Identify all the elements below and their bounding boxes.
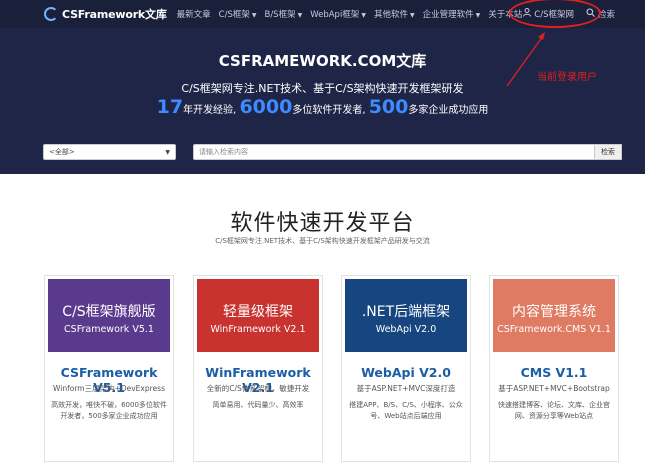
card-description: Winform三层架构+DevExpress [53,384,165,393]
brand-name: CSFramework文库 [62,8,167,21]
card-banner: 内容管理系统 CSFramework.CMS V1.1 [493,279,615,352]
card-banner: 轻量级框架 WinFramework V2.1 [197,279,319,352]
banner-subtitle: CSFramework V5.1 [64,324,154,335]
card-detail: 快速搭建博客、论坛、文库、企业官网、资源分享等Web站点 [498,401,610,420]
top-navbar: CSFramework文库 最新文章 C/S框架 ▼ B/S框架 ▼ WebApi框… [0,0,645,28]
banner-title: 内容管理系统 [512,304,596,320]
card-title[interactable]: CMS V1.1 [490,365,618,380]
section-title: 软件快速开发平台 [230,211,415,236]
search-button[interactable]: 检索 [595,144,622,160]
caret-down-icon: ▼ [475,12,481,19]
search-placeholder: 请输入检索内容 [199,148,248,156]
stat-years: 17 [156,96,184,118]
card-banner: C/S框架旗舰版 CSFramework V5.1 [48,279,170,352]
stat-years-label: 年开发经验, [183,105,237,116]
menu-item-other-software[interactable]: 其他软件 ▼ [374,8,415,20]
card-detail: 搭建APP、B/S、C/S、小程序、公众号、Web站点后端应用 [349,401,463,420]
menu-item-bs-framework[interactable]: B/S框架 ▼ [264,8,302,20]
main-menu: 最新文章 C/S框架 ▼ B/S框架 ▼ WebApi框架 ▼ 其他软件 ▼ 企业管理软… [177,8,531,20]
product-card-winframework[interactable]: 轻量级框架 WinFramework V2.1 WinFramework V2.… [193,275,323,462]
hero-stats: 17年开发经验, 6000多位软件开发者, 500多家企业成功应用 [0,96,645,118]
banner-subtitle: WebApi V2.0 [375,324,437,335]
caret-down-icon: ▼ [251,12,257,19]
menu-item-cs-framework[interactable]: C/S框架 ▼ [219,8,257,20]
annotation-label: 当前登录用户 [537,72,597,83]
category-select[interactable]: <全部> ▼ [43,144,176,160]
menu-item-enterprise[interactable]: 企业管理软件 ▼ [423,8,481,20]
product-card-webapi[interactable]: .NET后端框架 WebApi V2.0 WebApi V2.0 基于ASP.N… [341,275,471,462]
nav-right: C/S框架网 检索 [509,0,615,28]
card-detail: 简单易用、代码量少、高效率 [212,401,304,409]
search-input[interactable]: 请输入检索内容 [193,144,595,160]
banner-title: 轻量级框架 [223,304,293,320]
stat-companies: 500 [368,96,409,118]
chevron-down-icon: ▼ [165,148,170,156]
menu-item-latest[interactable]: 最新文章 [177,8,211,20]
card-description: 基于ASP.NET+MVC+Bootstrap [498,384,610,393]
banner-title: C/S框架旗舰版 [62,304,156,320]
product-card-csframework[interactable]: C/S框架旗舰版 CSFramework V5.1 CSFramework V5… [44,275,174,462]
caret-down-icon: ▼ [361,12,366,19]
category-select-value: <全部> [49,148,75,156]
card-banner: .NET后端框架 WebApi V2.0 [345,279,467,352]
logo-icon [44,7,58,21]
menu-item-webapi[interactable]: WebApi框架 ▼ [310,8,366,20]
card-description: 基于ASP.NET+MVC深度打造 [356,384,456,393]
card-description: 全新的C/S体系架构，敏捷开发 [206,384,310,393]
stat-developers: 6000 [239,96,293,118]
stat-developers-label: 多位软件开发者, [292,105,366,116]
stat-companies-label: 多家企业成功应用 [408,105,489,116]
caret-down-icon: ▼ [297,12,303,19]
caret-down-icon: ▼ [409,12,415,19]
banner-subtitle: WinFramework V2.1 [210,324,306,335]
banner-subtitle: CSFramework.CMS V1.1 [497,324,611,335]
product-card-cms[interactable]: 内容管理系统 CSFramework.CMS V1.1 CMS V1.1 基于A… [489,275,619,462]
current-user-link[interactable]: C/S框架网 [509,0,602,28]
card-detail: 高效开发，唯快不破，6000多位软件开发者，500多家企业成功应用 [51,401,167,420]
annotation-circle [509,0,602,28]
card-title[interactable]: WebApi V2.0 [342,365,470,380]
section-subtitle: C/S框架网专注.NET技术、基于C/S架构快速开发框架产品研发与交流 [215,237,430,245]
brand[interactable]: CSFramework文库 [44,6,167,22]
banner-title: .NET后端框架 [361,304,451,320]
